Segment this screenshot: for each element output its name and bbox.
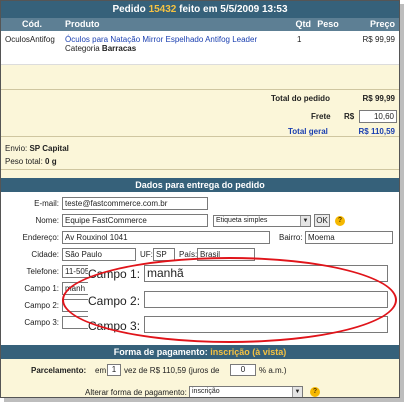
drop-shadow-right — [400, 4, 404, 402]
table-row: OculosAntifog Óculos para Natação Mirror… — [1, 31, 399, 65]
zoom-campo3-field[interactable] — [144, 316, 388, 333]
etiqueta-select[interactable]: Etiqueta simples ▼ — [213, 215, 311, 227]
item-cod: OculosAntifog — [5, 35, 55, 44]
delivery-title: Dados para entrega do pedido — [1, 178, 399, 192]
shipping-info: Envio: SP Capital Peso total: 0 g — [1, 136, 399, 170]
email-label: E-mail: — [34, 199, 59, 208]
order-date: feito em 5/5/2009 13:53 — [179, 4, 288, 15]
peso-line: Peso total: 0 g — [5, 157, 57, 166]
peso-value: 0 g — [45, 157, 57, 166]
payment-method-select[interactable]: inscrição ▼ — [189, 386, 303, 397]
juros-field[interactable]: 0 — [230, 364, 256, 376]
frete-currency: R$ — [344, 112, 355, 121]
juros-suffix: % a.m.) — [259, 366, 287, 375]
bairro-label: Bairro: — [279, 233, 303, 242]
item-qtd: 1 — [297, 35, 302, 44]
parcelas-field[interactable]: 1 — [107, 364, 121, 376]
chevron-down-icon: ▼ — [292, 387, 302, 397]
spacer — [1, 170, 399, 178]
pais-label: País: — [179, 250, 198, 259]
totals-section: Total do pedido R$ 99,99 Frete R$ 10,60 … — [1, 89, 399, 136]
parcelamento-label: Parcelamento: — [31, 366, 87, 375]
nome-field[interactable]: Equipe FastCommerce — [62, 214, 208, 227]
endereco-field[interactable]: Av Rouxinol 1041 — [62, 231, 270, 244]
drop-shadow-bottom — [4, 398, 404, 402]
alterar-label: Alterar forma de pagamento: — [85, 388, 187, 397]
payment-title: Forma de pagamento: inscrição (à vista) — [1, 345, 399, 359]
bairro-field[interactable]: Moema — [305, 231, 393, 244]
frete-input[interactable]: 10,60 — [359, 110, 397, 123]
col-peso: Peso — [317, 19, 339, 29]
col-qtd: Qtd — [295, 19, 312, 29]
envio-value: SP Capital — [29, 144, 69, 153]
order-panel: Pedido 15432 feito em 5/5/2009 13:53 Cód… — [0, 0, 400, 398]
zoom-callout: Campo 1: manhã Campo 2: Campo 3: — [88, 264, 394, 334]
uf-field[interactable]: SP — [153, 248, 175, 261]
pais-field[interactable]: Brasil — [197, 248, 255, 261]
total-pedido-label: Total do pedido — [271, 94, 330, 103]
item-product-link[interactable]: Óculos para Natação Mirror Espelhado Ant… — [65, 35, 257, 44]
cidade-field[interactable]: São Paulo — [62, 248, 136, 261]
vez-text: vez de R$ 110,59 (juros de — [124, 366, 220, 375]
items-header: Cód. Produto Qtd Peso Preço — [1, 18, 399, 31]
zoom-campo3-label: Campo 3: — [88, 319, 141, 333]
envio-line: Envio: SP Capital — [5, 144, 69, 153]
zoom-campo1-field[interactable]: manhã — [144, 265, 388, 282]
payment-method-value: inscrição — [192, 388, 220, 395]
campo2-label: Campo 2: — [24, 301, 59, 310]
col-produto: Produto — [65, 19, 100, 29]
envio-label: Envio: — [5, 144, 28, 153]
total-geral-label: Total geral — [288, 127, 328, 136]
category-label: Categoria — [65, 44, 100, 53]
email-field[interactable]: teste@fastcommerce.com.br — [62, 197, 208, 210]
peso-label: Peso total: — [5, 157, 43, 166]
payment-section: Parcelamento: em 1 vez de R$ 110,59 (jur… — [1, 359, 399, 397]
col-preco: Preço — [369, 19, 395, 29]
etiqueta-value: Etiqueta simples — [216, 217, 268, 224]
payment-title-prefix: Forma de pagamento: — [113, 347, 208, 357]
payment-title-value: inscrição (à vista) — [210, 347, 287, 357]
em-text: em — [95, 366, 107, 375]
zoom-campo1-label: Campo 1: — [88, 267, 141, 281]
chevron-down-icon: ▼ — [300, 216, 310, 226]
zoom-campo2-field[interactable] — [144, 291, 388, 308]
campo3-label: Campo 3: — [24, 318, 59, 327]
campo1-label: Campo 1: — [24, 284, 59, 293]
total-pedido-value: R$ 99,99 — [362, 94, 395, 103]
help-icon[interactable]: ? — [310, 387, 320, 397]
frete-label: Frete — [311, 112, 331, 121]
nome-label: Nome: — [35, 216, 59, 225]
order-title-prefix: Pedido — [112, 4, 146, 15]
col-cod: Cód. — [22, 19, 42, 29]
item-category: Categoria Barracas — [65, 44, 136, 53]
cidade-label: Cidade: — [31, 250, 59, 259]
category-value: Barracas — [101, 44, 137, 53]
spacer — [1, 65, 399, 89]
total-geral-value: R$ 110,59 — [358, 127, 395, 136]
item-price: R$ 99,99 — [362, 35, 395, 44]
help-icon[interactable]: ? — [335, 216, 345, 226]
endereco-label: Endereço: — [22, 233, 59, 242]
telefone-label: Telefone: — [26, 267, 59, 276]
order-title: Pedido 15432 feito em 5/5/2009 13:53 — [1, 1, 399, 18]
order-number: 15432 — [148, 4, 177, 15]
zoom-campo2-label: Campo 2: — [88, 294, 141, 308]
uf-label: UF: — [140, 250, 153, 259]
ok-button[interactable]: OK — [314, 214, 330, 227]
